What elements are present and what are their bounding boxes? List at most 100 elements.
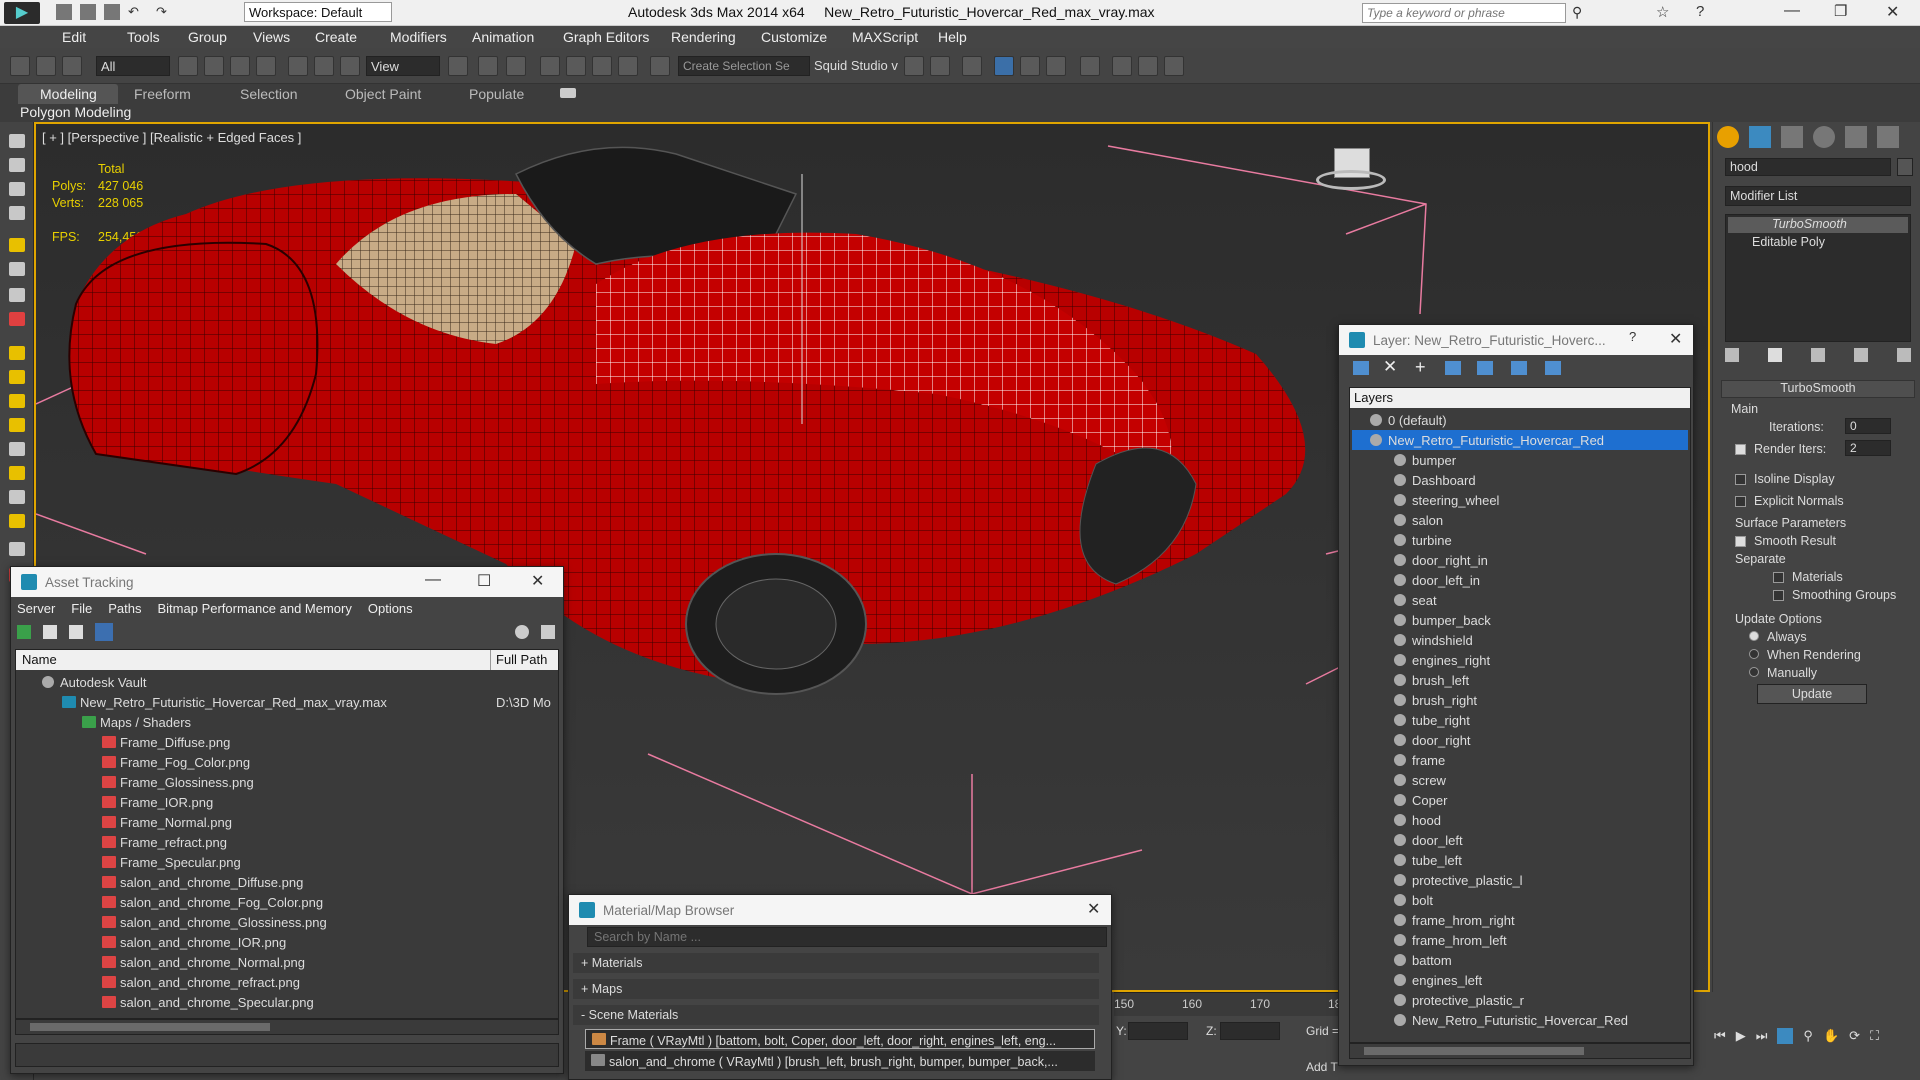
menu-modifiers[interactable]: Modifiers bbox=[390, 29, 472, 45]
graphite-toolbox-icon[interactable] bbox=[1020, 56, 1040, 76]
asset-row-map[interactable]: Frame_Normal.png bbox=[102, 812, 232, 832]
layer-freeze-icon[interactable] bbox=[1545, 361, 1561, 375]
turbosmooth-rollout-header[interactable]: TurboSmooth bbox=[1721, 380, 1915, 398]
asset-row-map[interactable]: salon_and_chrome_Normal.png bbox=[102, 952, 305, 972]
menu-animation[interactable]: Animation bbox=[472, 29, 563, 45]
select-object-icon[interactable] bbox=[178, 56, 198, 76]
pivot-center-icon[interactable] bbox=[448, 56, 468, 76]
save-file-icon[interactable] bbox=[104, 4, 120, 20]
coord-y-field[interactable] bbox=[1128, 1022, 1188, 1040]
update-when-rendering-radio[interactable]: When Rendering bbox=[1749, 648, 1861, 662]
make-unique-icon[interactable] bbox=[1811, 348, 1825, 362]
layer-row-default[interactable]: 0 (default) bbox=[1370, 410, 1447, 430]
update-manually-radio[interactable]: Manually bbox=[1749, 666, 1817, 680]
edit-named-selection-icon[interactable] bbox=[650, 56, 670, 76]
unlink-icon[interactable] bbox=[36, 56, 56, 76]
move-icon[interactable] bbox=[288, 56, 308, 76]
go-to-start-icon[interactable]: ⏮ bbox=[1714, 1028, 1726, 1044]
asset-tracking-titlebar[interactable]: Asset Tracking — ☐ ✕ bbox=[11, 567, 563, 597]
layer-object-row[interactable]: hood bbox=[1394, 810, 1441, 830]
pan-icon[interactable]: ✋ bbox=[1823, 1028, 1839, 1044]
utilities-tab-icon[interactable] bbox=[1877, 126, 1899, 148]
polygon-modeling-panel[interactable]: Polygon Modeling bbox=[20, 104, 131, 120]
refresh-icon[interactable] bbox=[17, 625, 31, 639]
mirror-icon[interactable] bbox=[904, 56, 924, 76]
rectangular-selection-icon[interactable] bbox=[230, 56, 250, 76]
add-time-tag-button[interactable]: Add T bbox=[1306, 1060, 1338, 1074]
layer-object-row[interactable]: protective_plastic_l bbox=[1394, 870, 1523, 890]
align-icon[interactable] bbox=[930, 56, 950, 76]
asset-row-maps-folder[interactable]: Maps / Shaders bbox=[82, 712, 191, 732]
asset-menu-bitmap[interactable]: Bitmap Performance and Memory bbox=[158, 601, 352, 616]
isoline-display-checkbox[interactable]: Isoline Display bbox=[1735, 472, 1835, 486]
coord-z-field[interactable] bbox=[1220, 1022, 1280, 1040]
workspace-dropdown[interactable]: Workspace: Default bbox=[244, 2, 392, 22]
layer-object-row[interactable]: tube_right bbox=[1394, 710, 1470, 730]
layer-select-icon[interactable] bbox=[1445, 361, 1461, 375]
viewcube[interactable] bbox=[1316, 142, 1386, 198]
tool-icon-12[interactable] bbox=[9, 418, 25, 432]
tool-icon-7[interactable] bbox=[9, 288, 25, 302]
tool-icon-8[interactable] bbox=[9, 312, 25, 326]
asset-row-map[interactable]: Frame_IOR.png bbox=[102, 792, 213, 812]
tool-icon-2[interactable] bbox=[9, 158, 25, 172]
key-mode-icon[interactable] bbox=[1777, 1028, 1794, 1044]
layer-object-row[interactable]: frame_hrom_left bbox=[1394, 930, 1507, 950]
motion-tab-icon[interactable] bbox=[1813, 126, 1835, 148]
menu-create[interactable]: Create bbox=[315, 29, 390, 45]
tab-freeform[interactable]: Freeform bbox=[134, 86, 191, 102]
menu-views[interactable]: Views bbox=[253, 29, 315, 45]
tool-icon-5[interactable] bbox=[9, 238, 25, 252]
layer-object-row[interactable]: door_left_in bbox=[1394, 570, 1480, 590]
scene-material-frame[interactable]: Frame ( VRayMtl ) [battom, bolt, Coper, … bbox=[585, 1029, 1095, 1049]
menu-customize[interactable]: Customize bbox=[761, 29, 852, 45]
play-icon[interactable]: ▶ bbox=[1736, 1028, 1746, 1044]
scene-explorer-icon[interactable] bbox=[962, 56, 982, 76]
keyboard-shortcut-icon[interactable] bbox=[506, 56, 526, 76]
link-icon[interactable] bbox=[10, 56, 30, 76]
asset-row-map[interactable]: salon_and_chrome_refract.png bbox=[102, 972, 300, 992]
rendered-frame-icon[interactable] bbox=[1138, 56, 1158, 76]
squid-studio-label[interactable]: Squid Studio v bbox=[814, 58, 898, 73]
layer-object-row[interactable]: battom bbox=[1394, 950, 1452, 970]
pin-stack-icon[interactable] bbox=[1725, 348, 1739, 362]
menu-group[interactable]: Group bbox=[188, 29, 253, 45]
star-icon[interactable]: ☆ bbox=[1656, 3, 1669, 21]
menu-tools[interactable]: Tools bbox=[127, 29, 188, 45]
asset-row-map[interactable]: salon_and_chrome_Specular.png bbox=[102, 992, 314, 1012]
remove-modifier-icon[interactable] bbox=[1854, 348, 1868, 362]
layer-object-row[interactable]: door_right_in bbox=[1394, 550, 1488, 570]
stack-item-editable-poly[interactable]: Editable Poly bbox=[1728, 235, 1908, 251]
spinner-snap-icon[interactable] bbox=[618, 56, 638, 76]
layer-close-button[interactable]: ✕ bbox=[1669, 329, 1682, 349]
rotate-icon[interactable] bbox=[314, 56, 334, 76]
curve-editor-icon[interactable] bbox=[1046, 56, 1066, 76]
asset-settings-icon[interactable] bbox=[541, 625, 555, 639]
minimize-button[interactable]: — bbox=[1784, 2, 1800, 20]
menu-maxscript[interactable]: MAXScript bbox=[852, 29, 938, 45]
smooth-result-checkbox[interactable]: Smooth Result bbox=[1735, 534, 1836, 548]
window-crossing-icon[interactable] bbox=[256, 56, 276, 76]
layer-delete-icon[interactable]: ✕ bbox=[1383, 357, 1397, 377]
layer-object-row[interactable]: bumper bbox=[1394, 450, 1456, 470]
layer-explorer-titlebar[interactable]: Layer: New_Retro_Futuristic_Hoverc... ? … bbox=[1339, 325, 1693, 355]
asset-status-field[interactable] bbox=[15, 1043, 559, 1067]
layer-object-row[interactable]: New_Retro_Futuristic_Hovercar_Red bbox=[1394, 1010, 1628, 1030]
tab-selection[interactable]: Selection bbox=[240, 86, 298, 102]
menu-rendering[interactable]: Rendering bbox=[671, 29, 761, 45]
tab-object-paint[interactable]: Object Paint bbox=[345, 86, 421, 102]
display-tab-icon[interactable] bbox=[1845, 126, 1867, 148]
table-view-icon[interactable] bbox=[95, 623, 113, 641]
layer-object-row[interactable]: frame_hrom_right bbox=[1394, 910, 1515, 930]
tool-icon-11[interactable] bbox=[9, 394, 25, 408]
snap-toggle-icon[interactable] bbox=[540, 56, 560, 76]
selection-filter-dropdown[interactable]: All bbox=[96, 56, 170, 76]
layer-object-row[interactable]: engines_right bbox=[1394, 650, 1490, 670]
layer-highlight-icon[interactable] bbox=[1477, 361, 1493, 375]
asset-menu-server[interactable]: Server bbox=[17, 601, 55, 616]
show-end-result-icon[interactable] bbox=[1768, 348, 1782, 362]
hierarchy-tab-icon[interactable] bbox=[1781, 126, 1803, 148]
menu-help[interactable]: Help bbox=[938, 29, 981, 45]
layer-object-row[interactable]: tube_left bbox=[1394, 850, 1462, 870]
render-iters-checkbox[interactable]: Render Iters: bbox=[1735, 442, 1826, 456]
